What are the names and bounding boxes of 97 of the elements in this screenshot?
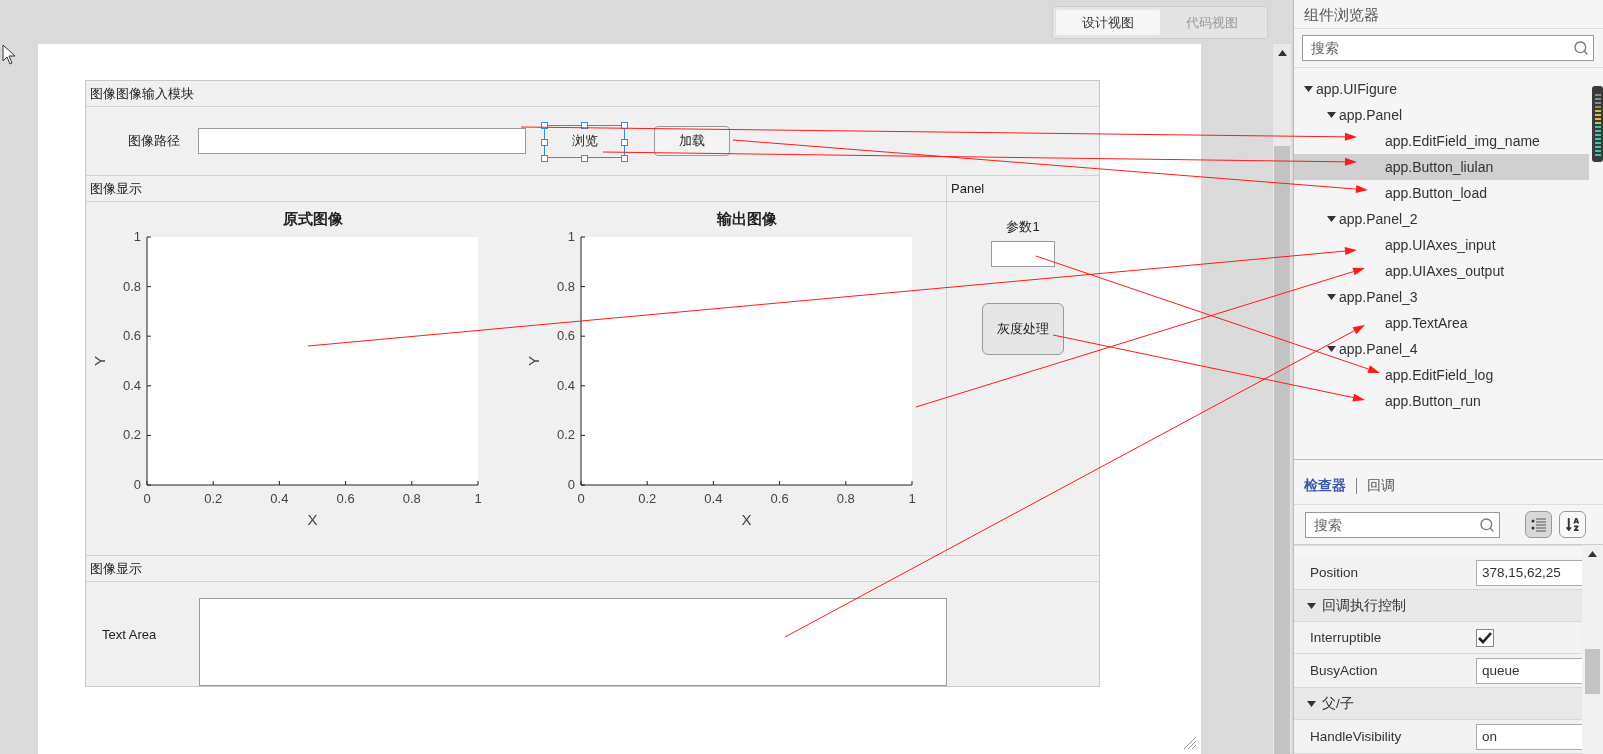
property-name: BusyAction	[1310, 663, 1379, 678]
chart-title: 输出图像	[716, 210, 776, 227]
property-field[interactable]: queue	[1476, 657, 1582, 684]
tree-item[interactable]: app.Panel_3	[1294, 283, 1589, 310]
list-icon	[1530, 516, 1547, 533]
tick-label: 0.2	[122, 427, 141, 443]
caret-icon[interactable]	[1327, 215, 1336, 222]
scroll-thumb[interactable]	[1274, 146, 1290, 754]
tick-label: 0.4	[270, 491, 289, 506]
tree-item[interactable]: app.Panel_2	[1294, 205, 1589, 232]
chart-title: 原式图像	[282, 210, 343, 227]
tick-label: 0.6	[336, 491, 355, 506]
tree-item[interactable]: app.TextArea	[1294, 309, 1589, 336]
search-field[interactable]: 搜索	[1302, 35, 1594, 61]
tick-label: 1	[133, 229, 141, 244]
panel-title: 图像显示	[86, 176, 946, 202]
resize-handle[interactable]	[581, 121, 588, 129]
tick-label: 0	[133, 477, 141, 492]
panel-title: 图像图像输入模块	[86, 81, 1099, 107]
tree-item[interactable]: app.UIFigure	[1294, 75, 1589, 102]
tick-label: 0.4	[703, 491, 722, 506]
search-icon[interactable]	[1479, 516, 1495, 533]
resize-handle[interactable]	[541, 121, 548, 129]
checkbox[interactable]	[1476, 628, 1494, 647]
cursor-icon	[2, 44, 16, 65]
tick-label: 0.4	[556, 377, 575, 393]
tick-label: 0.2	[556, 427, 575, 443]
resize-handle[interactable]	[621, 121, 628, 129]
resize-handle[interactable]	[581, 154, 588, 162]
view-toggle-button[interactable]	[1559, 511, 1586, 539]
axis-label: X	[307, 511, 318, 528]
caret-icon[interactable]	[1327, 111, 1336, 118]
axis-label: X	[741, 511, 751, 528]
tick-label: 0	[576, 491, 585, 506]
tick-label: 0.4	[122, 377, 141, 393]
property-field[interactable]: 378,15,62,25	[1476, 559, 1582, 586]
tree-item[interactable]: app.UIAxes_output	[1294, 257, 1589, 284]
field-label: 图像路径	[128, 132, 180, 150]
tree-item[interactable]: app.Panel	[1294, 101, 1589, 128]
text-area[interactable]	[199, 598, 947, 686]
property-field[interactable]: on	[1476, 723, 1582, 750]
property-name: Position	[1310, 565, 1360, 580]
tick-label: 0.6	[770, 491, 789, 506]
caret-icon[interactable]	[1304, 85, 1313, 92]
view-toggle-button[interactable]	[1525, 511, 1552, 539]
tick-label: 0.8	[122, 278, 141, 294]
sort-alpha-icon	[1565, 517, 1580, 533]
load-button[interactable]: 加载	[654, 126, 730, 156]
search-field[interactable]: 搜索	[1305, 511, 1500, 538]
section-title: 父/子	[1322, 694, 1354, 713]
tick-label: 0.2	[637, 491, 656, 506]
search-icon[interactable]	[1573, 39, 1589, 56]
caret-icon[interactable]	[1327, 345, 1336, 352]
field-label: Text Area	[101, 626, 158, 642]
tree-item[interactable]: app.Button_liulan	[1294, 153, 1589, 180]
resize-grip-icon	[1183, 736, 1197, 750]
inspector-tab[interactable]: 回调	[1367, 476, 1395, 495]
tree-item[interactable]: app.EditField_img_name	[1294, 127, 1589, 154]
field-label: 参数1	[1006, 218, 1040, 236]
tree-item[interactable]: app.UIAxes_input	[1294, 231, 1589, 258]
scroll-thumb[interactable]	[1585, 649, 1600, 694]
caret-icon[interactable]	[1327, 293, 1336, 300]
search-input[interactable]: 搜索	[1309, 38, 1573, 57]
tree-item[interactable]: app.Button_load	[1294, 179, 1589, 206]
panel-title: Panel	[947, 176, 1099, 202]
path-field[interactable]	[198, 128, 526, 154]
tick-label: 0.6	[556, 328, 575, 344]
tick-label: 1	[567, 229, 575, 244]
tick-label: 0.8	[556, 278, 575, 294]
tree-item[interactable]: app.EditField_log	[1294, 361, 1589, 388]
scroll-up-icon[interactable]	[1588, 551, 1597, 557]
tick-label: 0.6	[122, 328, 141, 344]
view-tab[interactable]: 设计视图	[1056, 10, 1160, 35]
property-name: HandleVisibility	[1310, 729, 1403, 744]
tick-label: 0.8	[402, 491, 421, 506]
caret-icon[interactable]	[1307, 700, 1316, 707]
browse-button[interactable]: 浏览	[550, 130, 619, 152]
tick-label: 0.2	[204, 491, 223, 506]
scroll-up-icon[interactable]	[1277, 50, 1287, 56]
tree-item[interactable]: app.Button_run	[1294, 387, 1589, 414]
tick-label: 1	[474, 491, 482, 506]
axis-label: Y	[524, 356, 542, 366]
inspector-tab[interactable]: 检查器	[1304, 476, 1346, 495]
tick-label: 0.8	[836, 491, 855, 506]
panel-title: 图像显示	[86, 556, 1099, 582]
axis-label: Y	[91, 356, 108, 366]
tick-label: 0	[143, 491, 151, 506]
property-name: Interruptible	[1310, 630, 1383, 645]
param-field[interactable]	[991, 241, 1055, 267]
tick-label: 0	[567, 477, 575, 492]
section-title: 回调执行控制	[1322, 596, 1406, 615]
caret-icon[interactable]	[1307, 602, 1316, 609]
tick-label: 1	[907, 491, 916, 506]
panel-title: 组件浏览器	[1294, 0, 1603, 29]
process-button[interactable]: 灰度处理	[982, 303, 1064, 355]
tree-item[interactable]: app.Panel_4	[1294, 335, 1589, 362]
search-input[interactable]: 搜索	[1312, 515, 1479, 534]
